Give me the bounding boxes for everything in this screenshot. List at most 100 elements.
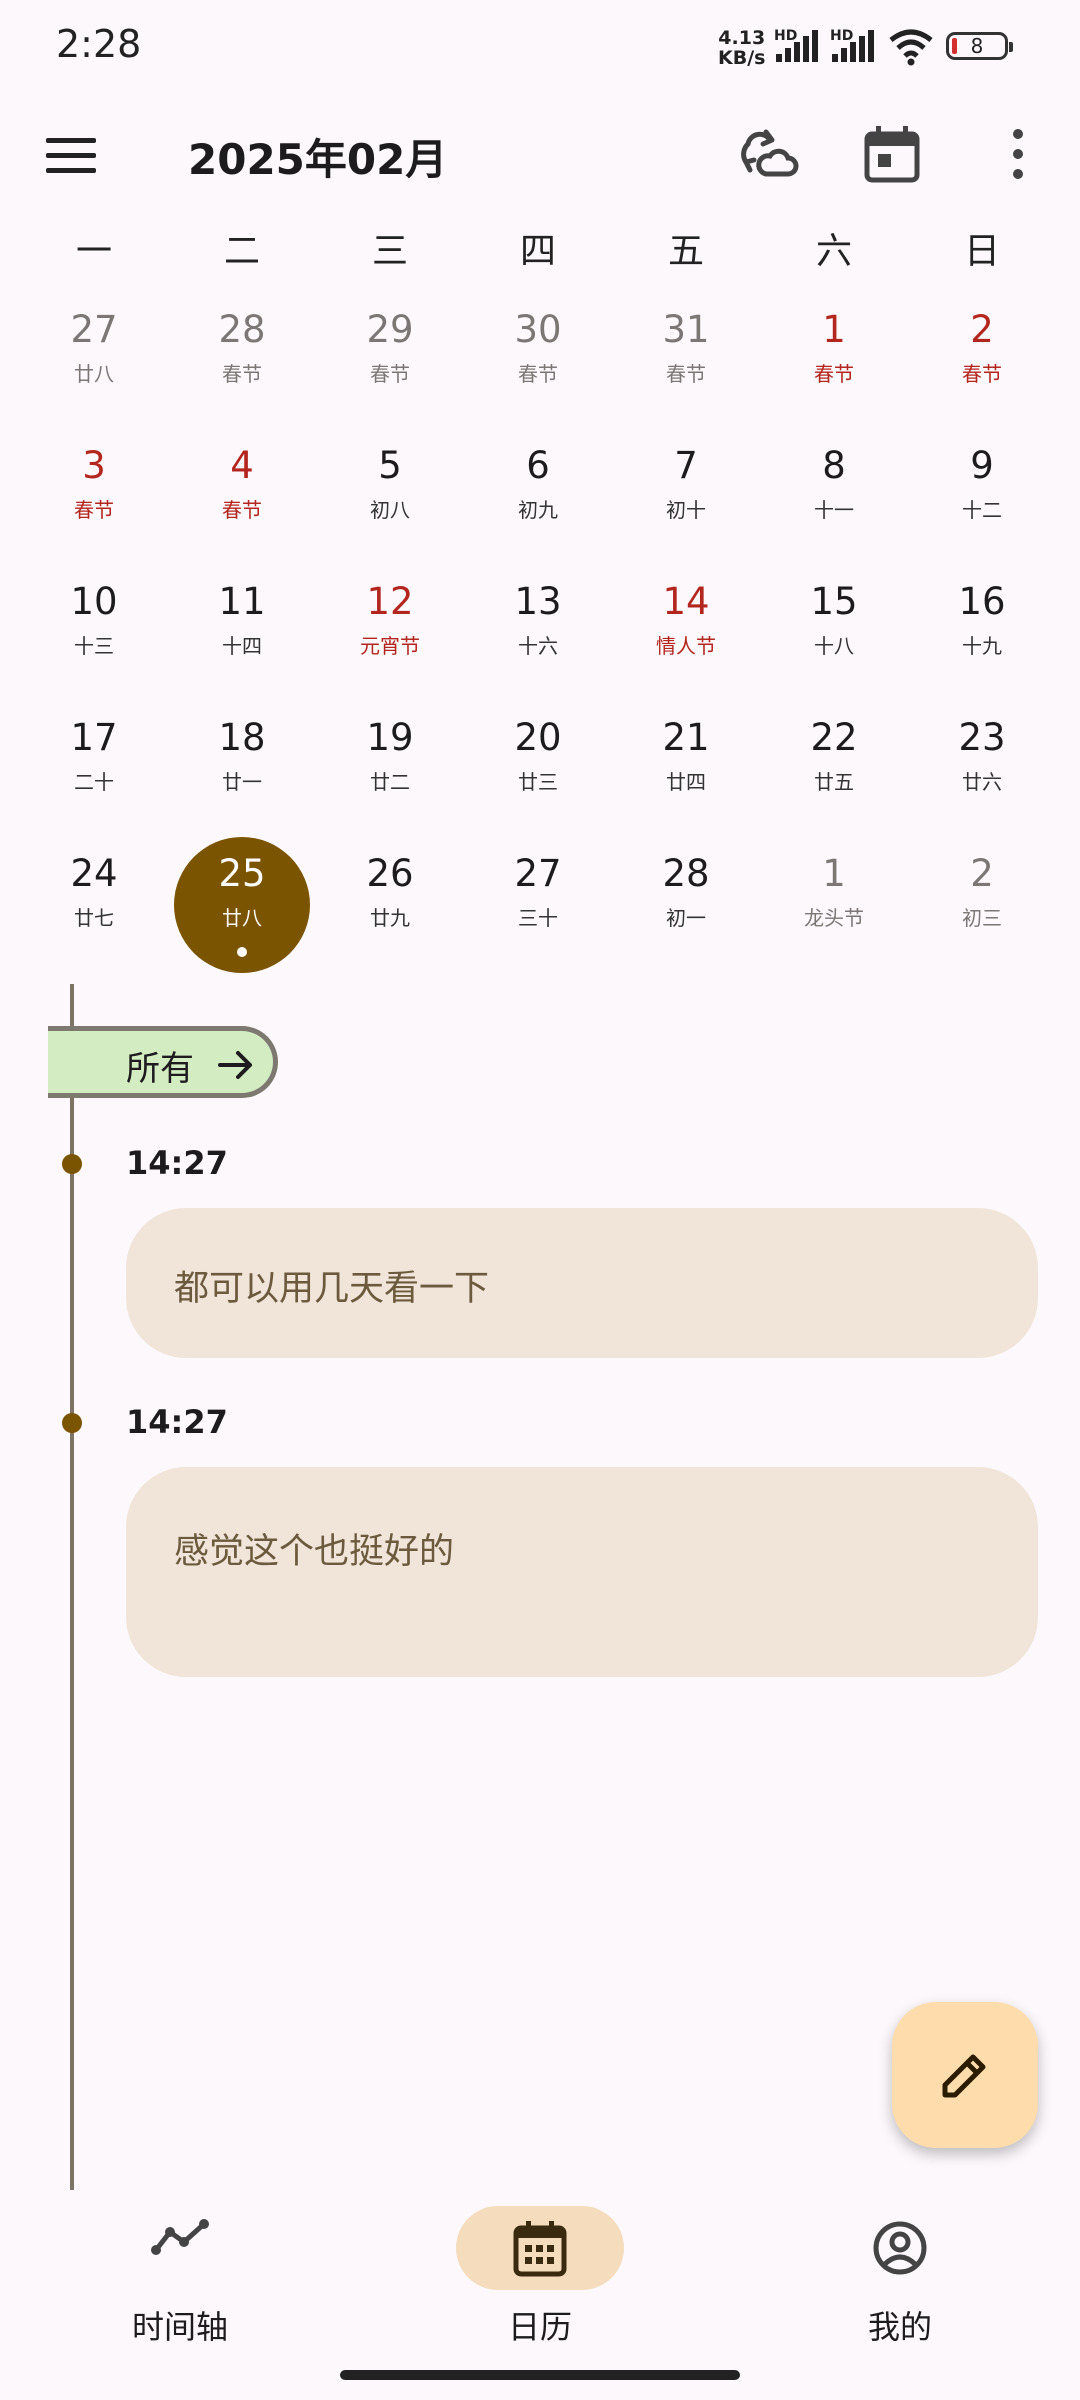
- entry-text: 都可以用几天看一下: [174, 1269, 490, 1309]
- lunar-label: 廿五: [814, 770, 854, 794]
- calendar-day[interactable]: 29 春节: [316, 298, 464, 418]
- timeline-dot: [62, 1413, 82, 1433]
- day-number: 1: [822, 852, 846, 895]
- day-number: 7: [674, 444, 698, 487]
- calendar-day[interactable]: 13 十六: [464, 570, 612, 690]
- lunar-label: 廿九: [370, 906, 410, 930]
- battery-icon: 8: [946, 32, 1013, 60]
- signal-icon-2: [832, 30, 874, 62]
- calendar-day[interactable]: 19 廿二: [316, 706, 464, 826]
- home-indicator[interactable]: [340, 2370, 740, 2380]
- calendar-day[interactable]: 15 十八: [760, 570, 908, 690]
- weekday-label: 一: [75, 231, 112, 272]
- calendar-day[interactable]: 28 初一: [612, 842, 760, 962]
- lunar-label: 情人节: [656, 634, 716, 658]
- lunar-label: 初三: [962, 906, 1002, 930]
- calendar-day[interactable]: 9 十二: [908, 434, 1056, 554]
- day-number: 20: [514, 716, 562, 759]
- nav-timeline[interactable]: 时间轴: [0, 2196, 360, 2356]
- calendar-day[interactable]: 1 龙头节: [760, 842, 908, 962]
- calendar-day[interactable]: 2 初三: [908, 842, 1056, 962]
- nav-me[interactable]: 我的: [720, 2196, 1080, 2356]
- edit-pencil-icon: [942, 2054, 986, 2098]
- calendar-day[interactable]: 3 春节: [20, 434, 168, 554]
- lunar-label: 十八: [814, 634, 854, 658]
- lunar-label: 廿四: [666, 770, 706, 794]
- calendar-day[interactable]: 28 春节: [168, 298, 316, 418]
- hamburger-menu-icon[interactable]: [46, 138, 96, 174]
- calendar-day[interactable]: 6 初九: [464, 434, 612, 554]
- day-number: 21: [662, 716, 710, 759]
- calendar-day[interactable]: 26 廿九: [316, 842, 464, 962]
- day-number: 16: [958, 580, 1006, 623]
- lunar-label: 三十: [518, 906, 558, 930]
- day-number: 14: [662, 580, 710, 623]
- weekday-label: 日: [963, 231, 1000, 272]
- lunar-label: 廿六: [962, 770, 1002, 794]
- day-number: 26: [366, 852, 414, 895]
- calendar-day[interactable]: 8 十一: [760, 434, 908, 554]
- calendar-day[interactable]: 20 廿三: [464, 706, 612, 826]
- calendar-day[interactable]: 5 初八: [316, 434, 464, 554]
- lunar-label: 十一: [814, 498, 854, 522]
- day-number: 9: [970, 444, 994, 487]
- calendar-day[interactable]: 24 廿七: [20, 842, 168, 962]
- calendar-day[interactable]: 11 十四: [168, 570, 316, 690]
- status-bar: 2:28 4.13 KB/s HD HD 8: [0, 0, 1080, 96]
- lunar-label: 初九: [518, 498, 558, 522]
- calendar-day[interactable]: 2 春节: [908, 298, 1056, 418]
- lunar-label: 春节: [222, 362, 262, 386]
- calendar-day[interactable]: 17 二十: [20, 706, 168, 826]
- calendar-day[interactable]: 22 廿五: [760, 706, 908, 826]
- day-number: 25: [218, 852, 266, 895]
- lunar-label: 廿八: [74, 362, 114, 386]
- calendar-day[interactable]: 18 廿一: [168, 706, 316, 826]
- calendar-day[interactable]: 7 初十: [612, 434, 760, 554]
- nav-label: 我的: [867, 2308, 932, 2346]
- filter-all-chip[interactable]: 所有: [48, 1026, 278, 1098]
- more-vert-icon[interactable]: [986, 122, 1050, 186]
- day-number: 6: [526, 444, 550, 487]
- day-number: 18: [218, 716, 266, 759]
- calendar-day[interactable]: 30 春节: [464, 298, 612, 418]
- calendar-day[interactable]: 1 春节: [760, 298, 908, 418]
- day-number: 22: [810, 716, 858, 759]
- lunar-label: 二十: [74, 770, 114, 794]
- calendar-day[interactable]: 27 三十: [464, 842, 612, 962]
- network-speed: 4.13 KB/s: [718, 28, 765, 68]
- day-number: 23: [958, 716, 1006, 759]
- calendar-day[interactable]: 4 春节: [168, 434, 316, 554]
- calendar-day[interactable]: 10 十三: [20, 570, 168, 690]
- cloud-sync-icon[interactable]: [736, 122, 800, 186]
- day-number: 31: [662, 308, 710, 351]
- calendar-day-selected[interactable]: 25 廿八: [168, 837, 316, 973]
- nav-calendar[interactable]: 日历: [360, 2196, 720, 2356]
- lunar-label: 廿七: [74, 906, 114, 930]
- has-entries-dot: [237, 947, 247, 957]
- lunar-label: 十六: [518, 634, 558, 658]
- lunar-label: 初一: [666, 906, 706, 930]
- weekday-header: 一 二 三 四 五 六 日: [0, 222, 1080, 282]
- lunar-label: 春节: [666, 362, 706, 386]
- day-number: 1: [822, 308, 846, 351]
- calendar-day[interactable]: 21 廿四: [612, 706, 760, 826]
- entry-card[interactable]: 感觉这个也挺好的: [126, 1467, 1038, 1677]
- calendar-today-icon[interactable]: [860, 122, 924, 186]
- day-number: 5: [378, 444, 402, 487]
- calendar-day[interactable]: 27 廿八: [20, 298, 168, 418]
- entry-time: 14:27: [126, 1403, 228, 1441]
- entry-card[interactable]: 都可以用几天看一下: [126, 1208, 1038, 1358]
- day-number: 28: [662, 852, 710, 895]
- month-title[interactable]: 2025年02月: [188, 126, 447, 187]
- day-number: 19: [366, 716, 414, 759]
- calendar-day[interactable]: 16 十九: [908, 570, 1056, 690]
- calendar-day[interactable]: 12 元宵节: [316, 570, 464, 690]
- timeline-icon: [151, 2219, 209, 2255]
- calendar-day[interactable]: 31 春节: [612, 298, 760, 418]
- day-number: 17: [70, 716, 118, 759]
- battery-level: 8: [970, 34, 984, 58]
- lunar-label: 廿八: [222, 906, 262, 930]
- calendar-day[interactable]: 14 情人节: [612, 570, 760, 690]
- calendar-day[interactable]: 23 廿六: [908, 706, 1056, 826]
- new-entry-fab[interactable]: [892, 2002, 1038, 2148]
